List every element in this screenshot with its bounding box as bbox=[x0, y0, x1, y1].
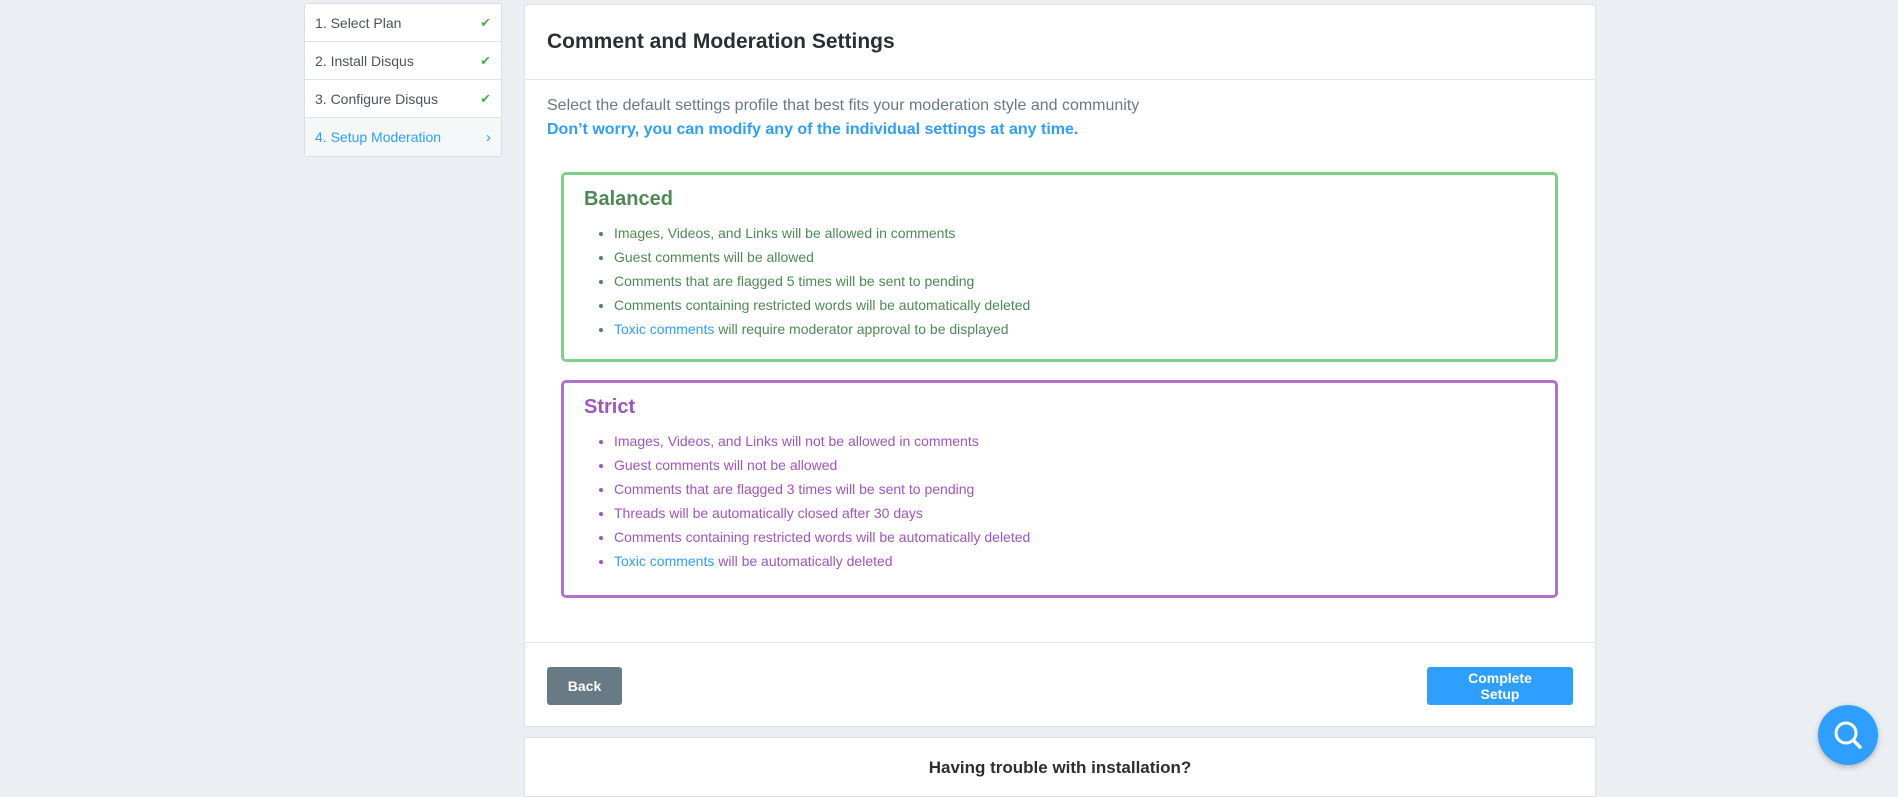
step-select-plan[interactable]: 1. Select Plan ✔ bbox=[305, 4, 501, 42]
toxic-comments-link[interactable]: Toxic comments bbox=[614, 321, 714, 337]
help-search-button[interactable] bbox=[1818, 705, 1878, 765]
card-footer: Back Complete Setup bbox=[525, 642, 1595, 726]
checkmark-icon: ✔ bbox=[480, 14, 491, 30]
list-item: Comments containing restricted words wil… bbox=[614, 525, 1535, 549]
profile-option-strict[interactable]: Strict Images, Videos, and Links will no… bbox=[561, 380, 1558, 598]
profile-title: Balanced bbox=[584, 188, 673, 210]
chevron-right-icon: › bbox=[486, 128, 491, 146]
step-label: 1. Select Plan bbox=[315, 14, 402, 31]
list-item: Comments that are flagged 5 times will b… bbox=[614, 269, 1535, 293]
step-label: 2. Install Disqus bbox=[315, 52, 414, 69]
list-item: Images, Videos, and Links will be allowe… bbox=[614, 221, 1535, 245]
list-item: Toxic comments will require moderator ap… bbox=[614, 317, 1535, 341]
search-icon bbox=[1834, 721, 1862, 749]
intro-instruction: Select the default settings profile that… bbox=[547, 97, 1140, 114]
list-item: Comments that are flagged 3 times will b… bbox=[614, 477, 1535, 501]
list-item: Toxic comments will be automatically del… bbox=[614, 549, 1535, 573]
card-header: Comment and Moderation Settings bbox=[525, 5, 1595, 80]
list-item: Guest comments will not be allowed bbox=[614, 453, 1535, 477]
list-item: Images, Videos, and Links will not be al… bbox=[614, 429, 1535, 453]
profile-rules-list: Images, Videos, and Links will not be al… bbox=[584, 429, 1535, 573]
step-label: 4. Setup Moderation bbox=[315, 129, 442, 145]
profile-option-balanced[interactable]: Balanced Images, Videos, and Links will … bbox=[561, 172, 1558, 362]
help-card: Having trouble with installation? bbox=[524, 737, 1596, 797]
checkmark-icon: ✔ bbox=[480, 90, 491, 106]
intro-text: Select the default settings profile that… bbox=[547, 97, 1139, 139]
checkmark-icon: ✔ bbox=[480, 52, 491, 68]
toxic-comments-link[interactable]: Toxic comments bbox=[614, 553, 714, 569]
setup-steps-nav: 1. Select Plan ✔ 2. Install Disqus ✔ 3. … bbox=[304, 3, 502, 157]
step-label: 3. Configure Disqus bbox=[315, 90, 438, 107]
list-item: Comments containing restricted words wil… bbox=[614, 293, 1535, 317]
toxic-rule-text: will require moderator approval to be di… bbox=[718, 321, 1009, 337]
step-install-disqus[interactable]: 2. Install Disqus ✔ bbox=[305, 42, 501, 80]
page-title: Comment and Moderation Settings bbox=[547, 30, 895, 53]
toxic-rule-text: will be automatically deleted bbox=[718, 553, 893, 569]
intro-reassurance: Don’t worry, you can modify any of the i… bbox=[547, 121, 1079, 138]
profile-rules-list: Images, Videos, and Links will be allowe… bbox=[584, 221, 1535, 341]
list-item: Guest comments will be allowed bbox=[614, 245, 1535, 269]
help-title: Having trouble with installation? bbox=[928, 758, 1192, 777]
list-item: Threads will be automatically closed aft… bbox=[614, 501, 1535, 525]
complete-setup-button[interactable]: Complete Setup bbox=[1427, 667, 1573, 705]
moderation-settings-card: Comment and Moderation Settings Select t… bbox=[524, 4, 1596, 727]
profile-title: Strict bbox=[584, 396, 636, 418]
back-button[interactable]: Back bbox=[547, 667, 622, 705]
step-configure-disqus[interactable]: 3. Configure Disqus ✔ bbox=[305, 80, 501, 118]
step-setup-moderation[interactable]: 4. Setup Moderation › bbox=[305, 118, 501, 156]
